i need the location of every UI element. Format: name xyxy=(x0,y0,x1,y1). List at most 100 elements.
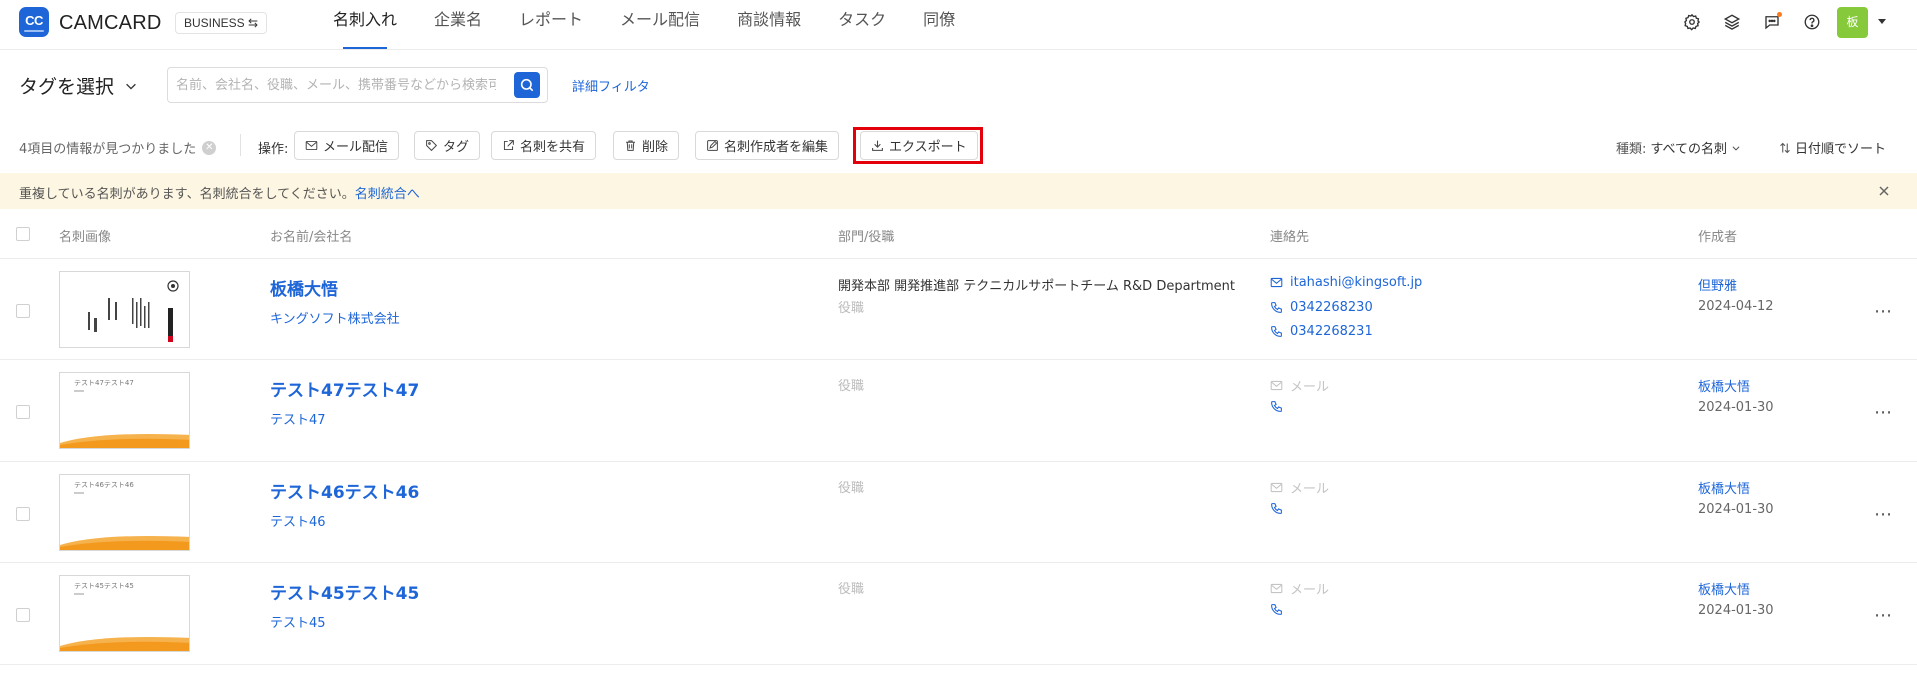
gear-icon[interactable] xyxy=(1682,12,1702,32)
card-title-text: テスト46テスト46 xyxy=(74,481,134,489)
created-date: 2024-04-12 xyxy=(1698,299,1774,314)
sort-by-date[interactable]: 日付順でソート xyxy=(1779,138,1886,157)
created-date: 2024-01-30 xyxy=(1698,400,1774,415)
phone-icon xyxy=(1271,326,1282,337)
mail-button-label: メール配信 xyxy=(323,140,389,155)
mail-icon xyxy=(1270,482,1283,493)
tag-icon xyxy=(426,140,438,152)
row-checkbox[interactable] xyxy=(16,405,30,419)
contact-name[interactable]: 板橋大悟 xyxy=(270,275,338,300)
card-type-label: 種類: xyxy=(1616,142,1647,157)
more-actions-icon[interactable]: ⋯ xyxy=(1874,303,1893,321)
header-creator[interactable]: 作成者 xyxy=(1698,226,1737,245)
creator-name[interactable]: 板橋大悟 xyxy=(1698,376,1750,395)
card-type-filter[interactable]: 種類: すべての名刺 xyxy=(1616,138,1741,157)
edit-creator-button-label: 名刺作成者を編集 xyxy=(724,140,829,155)
merge-cards-link[interactable]: 名刺統合へ xyxy=(355,187,420,202)
creator-name[interactable]: 板橋大悟 xyxy=(1698,579,1750,598)
trash-icon xyxy=(626,140,635,151)
nav-tab-deals[interactable]: 商談情報 xyxy=(737,0,801,50)
share-card-button-label: 名刺を共有 xyxy=(520,140,586,155)
row-checkbox[interactable] xyxy=(16,507,30,521)
results-count-text: 4項目の情報が見つかりました xyxy=(19,142,197,157)
company-name[interactable]: テスト47 xyxy=(270,409,326,428)
tag-select-label: タグを選択 xyxy=(19,76,115,98)
email-value[interactable]: itahashi@kingsoft.jp xyxy=(1290,275,1422,290)
company-name[interactable]: キングソフト株式会社 xyxy=(270,308,400,327)
tag-button-label: タグ xyxy=(443,140,470,155)
business-card-thumbnail[interactable] xyxy=(59,271,190,348)
share-card-button[interactable]: 名刺を共有 xyxy=(491,131,597,160)
header-contact[interactable]: 連絡先 xyxy=(1270,226,1309,245)
email-contact: メール xyxy=(1270,376,1329,395)
edit-creator-button[interactable]: 名刺作成者を編集 xyxy=(695,131,840,160)
export-button[interactable]: エクスポート xyxy=(860,131,978,160)
main-nav: 名刺入れ 企業名 レポート メール配信 商談情報 タスク 同僚 xyxy=(333,0,992,50)
company-name[interactable]: テスト46 xyxy=(270,511,326,530)
phone-icon xyxy=(1271,302,1282,313)
duplicate-notice-banner: 重複している名刺があります、名刺統合をしてください。名刺統合へ xyxy=(0,173,1917,209)
more-actions-icon[interactable]: ⋯ xyxy=(1874,506,1893,524)
table-header: 名刺画像 お名前/会社名 部門/役職 連絡先 作成者 xyxy=(0,209,1917,259)
tag-button[interactable]: タグ xyxy=(414,131,481,160)
user-avatar[interactable]: 板 xyxy=(1837,7,1868,38)
nav-tab-companies[interactable]: 企業名 xyxy=(434,0,482,50)
nav-tab-tasks[interactable]: タスク xyxy=(838,0,886,50)
mail-button[interactable]: メール配信 xyxy=(294,131,400,160)
layers-icon[interactable] xyxy=(1722,12,1742,32)
advanced-filter-link[interactable]: 詳細フィルタ xyxy=(572,76,650,95)
more-actions-icon[interactable]: ⋯ xyxy=(1874,607,1893,625)
header-dept[interactable]: 部門/役職 xyxy=(838,226,894,245)
row-checkbox[interactable] xyxy=(16,608,30,622)
table-row[interactable]: テスト47テスト47 テスト47テスト47 テスト47 役職 メール 板橋大悟 … xyxy=(0,360,1917,462)
more-actions-icon[interactable]: ⋯ xyxy=(1874,404,1893,422)
business-card-thumbnail[interactable]: テスト45テスト45 xyxy=(59,575,190,652)
notice-text: 重複している名刺があります、名刺統合をしてください。 xyxy=(19,187,355,202)
chevron-down-icon xyxy=(126,83,136,90)
brand-name[interactable]: CAMCARD xyxy=(59,12,162,35)
close-icon[interactable] xyxy=(1876,183,1892,199)
business-card-thumbnail[interactable]: テスト47テスト47 xyxy=(59,372,190,449)
business-plan-switch[interactable]: BUSINESS ⇆ xyxy=(175,12,268,34)
contact-name[interactable]: テスト45テスト45 xyxy=(270,579,419,604)
notification-dot xyxy=(1777,12,1782,17)
help-icon[interactable] xyxy=(1802,12,1822,32)
search-input[interactable] xyxy=(176,68,496,102)
nav-tab-cards[interactable]: 名刺入れ xyxy=(333,0,397,50)
operations-label: 操作: xyxy=(258,142,289,157)
email-contact: itahashi@kingsoft.jp xyxy=(1270,275,1422,290)
table-row[interactable]: テスト46テスト46 テスト46テスト46 テスト46 役職 メール 板橋大悟 … xyxy=(0,462,1917,563)
row-checkbox[interactable] xyxy=(16,304,30,318)
nav-tab-reports[interactable]: レポート xyxy=(519,0,583,50)
caret-down-icon[interactable] xyxy=(1878,19,1886,24)
header-name[interactable]: お名前/会社名 xyxy=(270,226,352,245)
tag-select-dropdown[interactable]: タグを選択 xyxy=(19,72,138,99)
contact-name[interactable]: テスト47テスト47 xyxy=(270,376,419,401)
phone-icon xyxy=(1271,604,1282,615)
top-icon-group xyxy=(1682,12,1822,32)
nav-tab-colleagues[interactable]: 同僚 xyxy=(923,0,955,50)
contact-name[interactable]: テスト46テスト46 xyxy=(270,478,419,503)
select-all-checkbox[interactable] xyxy=(16,227,30,241)
creator-name[interactable]: 但野雅 xyxy=(1698,275,1737,294)
sort-icon xyxy=(1780,142,1790,153)
business-card-thumbnail[interactable]: テスト46テスト46 xyxy=(59,474,190,551)
delete-button[interactable]: 削除 xyxy=(613,131,680,160)
table-row[interactable]: テスト45テスト45 テスト45テスト45 テスト45 役職 メール 板橋大悟 … xyxy=(0,563,1917,665)
creator-name[interactable]: 板橋大悟 xyxy=(1698,478,1750,497)
phone-contact: 0342268230 xyxy=(1270,300,1373,315)
phone-value[interactable]: 0342268230 xyxy=(1290,300,1373,315)
phone-value[interactable]: 0342268231 xyxy=(1290,324,1373,339)
business-card-image: テスト45テスト45 xyxy=(60,576,189,651)
company-name[interactable]: テスト45 xyxy=(270,612,326,631)
camcard-logo[interactable]: CC xyxy=(19,7,49,37)
search-button[interactable] xyxy=(514,72,540,98)
search-icon xyxy=(520,78,534,92)
clear-results-icon[interactable]: ✕ xyxy=(202,140,217,155)
chat-icon[interactable] xyxy=(1762,12,1782,32)
nav-tab-mail[interactable]: メール配信 xyxy=(620,0,700,50)
role-placeholder: 役職 xyxy=(838,379,865,394)
business-card-image xyxy=(60,272,189,347)
header-card-image[interactable]: 名刺画像 xyxy=(59,226,111,245)
table-row[interactable]: 板橋大悟 キングソフト株式会社 開発本部 開発推進部 テクニカルサポートチーム … xyxy=(0,259,1917,360)
